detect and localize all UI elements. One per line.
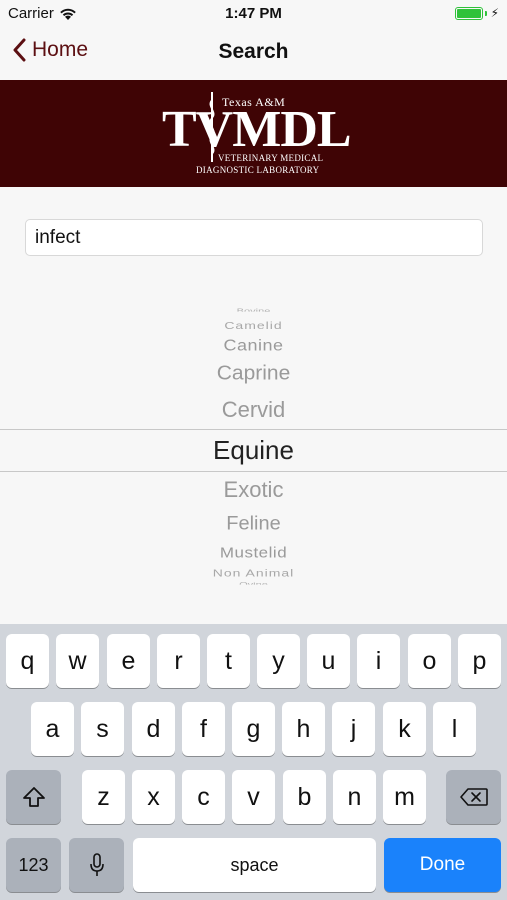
key-m[interactable]: m — [383, 770, 426, 824]
key-i[interactable]: i — [357, 634, 400, 688]
key-p[interactable]: p — [458, 634, 501, 688]
key-z[interactable]: z — [82, 770, 125, 824]
clock: 1:47 PM — [225, 5, 282, 22]
status-bar: Carrier 1:47 PM ⚡ — [0, 0, 507, 28]
key-q[interactable]: q — [6, 634, 49, 688]
key-n[interactable]: n — [333, 770, 376, 824]
picker-item[interactable]: Caprine — [0, 363, 507, 386]
battery-icon: ⚡ — [454, 6, 499, 20]
picker-item[interactable]: Cervid — [0, 397, 507, 423]
logo-main-text: TVMDL — [162, 101, 352, 158]
key-v[interactable]: v — [232, 770, 275, 824]
key-a[interactable]: a — [31, 702, 74, 756]
key-u[interactable]: u — [307, 634, 350, 688]
microphone-icon — [89, 853, 104, 876]
picker-item[interactable]: Ovine — [0, 581, 507, 584]
logo-subtitle-1: Veterinary Medical — [218, 153, 324, 163]
key-d[interactable]: d — [132, 702, 175, 756]
key-j[interactable]: j — [332, 702, 375, 756]
key-r[interactable]: r — [157, 634, 200, 688]
picker-selection-bottom-line — [0, 471, 507, 472]
species-picker[interactable]: Bovine Camelid Canine Caprine Cervid Equ… — [0, 300, 507, 590]
done-key[interactable]: Done — [384, 838, 501, 892]
key-f[interactable]: f — [182, 702, 225, 756]
search-input[interactable]: infect — [25, 219, 483, 256]
picker-item[interactable]: Mustelid — [0, 545, 507, 562]
charging-bolt-icon: ⚡ — [490, 6, 499, 20]
backspace-key[interactable] — [446, 770, 501, 824]
key-x[interactable]: x — [132, 770, 175, 824]
key-t[interactable]: t — [207, 634, 250, 688]
picker-item[interactable]: Feline — [0, 514, 507, 536]
caduceus-icon — [209, 92, 215, 162]
keyboard: q w e r t y u i o p a s d f g h j k l z … — [0, 624, 507, 900]
key-g[interactable]: g — [232, 702, 275, 756]
picker-item-selected[interactable]: Equine — [0, 435, 507, 466]
key-k[interactable]: k — [383, 702, 426, 756]
numbers-key[interactable]: 123 — [6, 838, 61, 892]
picker-item[interactable]: Camelid — [0, 319, 507, 331]
key-e[interactable]: e — [107, 634, 150, 688]
picker-selection-top-line — [0, 429, 507, 430]
header-banner: Texas A&M TVMDL Veterinary Medical Diagn… — [0, 80, 507, 187]
key-l[interactable]: l — [433, 702, 476, 756]
tvmdl-logo: Texas A&M TVMDL Veterinary Medical Diagn… — [160, 92, 352, 178]
navigation-bar: Home Search — [0, 28, 507, 80]
picker-item[interactable]: Exotic — [0, 477, 507, 503]
key-o[interactable]: o — [408, 634, 451, 688]
shift-icon — [22, 787, 45, 807]
shift-key[interactable] — [6, 770, 61, 824]
dictation-key[interactable] — [69, 838, 124, 892]
space-key[interactable]: space — [133, 838, 376, 892]
backspace-icon — [459, 788, 488, 806]
key-w[interactable]: w — [56, 634, 99, 688]
key-b[interactable]: b — [283, 770, 326, 824]
picker-item[interactable]: Canine — [0, 336, 507, 354]
key-c[interactable]: c — [182, 770, 225, 824]
picker-item[interactable]: Non Animal — [0, 567, 507, 578]
picker-item[interactable]: Bovine — [0, 307, 507, 311]
key-y[interactable]: y — [257, 634, 300, 688]
key-s[interactable]: s — [81, 702, 124, 756]
key-h[interactable]: h — [282, 702, 325, 756]
logo-subtitle-2: Diagnostic Laboratory — [196, 165, 320, 175]
page-title: Search — [218, 40, 289, 63]
